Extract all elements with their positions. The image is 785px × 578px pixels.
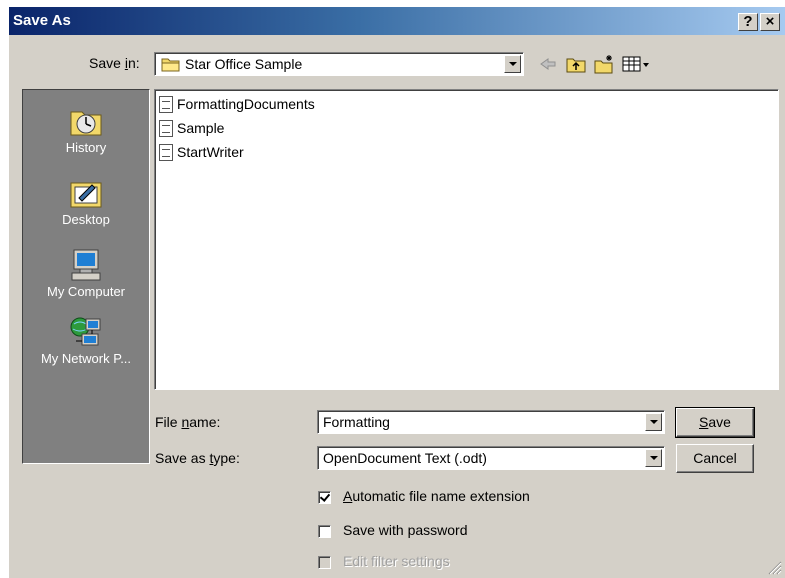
edit-filter-settings-checkbox — [318, 556, 331, 569]
save-type-combo[interactable]: OpenDocument Text (.odt) — [317, 446, 665, 470]
cancel-button[interactable]: Cancel — [676, 444, 754, 473]
place-desktop-label: Desktop — [62, 212, 110, 227]
place-network[interactable]: My Network P... — [23, 315, 149, 366]
desktop-icon — [70, 182, 102, 208]
place-history-label: History — [65, 140, 107, 155]
save-with-password-checkbox[interactable] — [318, 525, 331, 538]
place-network-label: My Network P... — [40, 351, 132, 366]
save-in-dropdown-button[interactable] — [504, 55, 521, 73]
file-name-combo[interactable]: Formatting — [317, 410, 665, 434]
folder-icon — [161, 58, 180, 72]
up-folder-icon[interactable] — [565, 53, 587, 75]
resize-grip-icon[interactable] — [766, 559, 782, 575]
new-folder-icon[interactable] — [593, 53, 615, 75]
place-history[interactable]: History — [23, 104, 149, 155]
save-type-value: OpenDocument Text (.odt) — [323, 450, 487, 466]
close-button[interactable]: × — [760, 13, 780, 31]
save-button[interactable]: Save — [675, 407, 755, 438]
file-name: FormattingDocuments — [177, 96, 315, 112]
document-icon — [159, 96, 173, 113]
places-bar: History Desktop My Computer My Network P… — [22, 89, 150, 464]
place-my-computer[interactable]: My Computer — [23, 248, 149, 299]
file-name-input[interactable]: Formatting — [323, 414, 390, 430]
file-name-label: File name: — [155, 414, 221, 430]
edit-filter-settings-label: Edit filter settings — [343, 553, 450, 569]
save-in-value: Star Office Sample — [185, 56, 303, 72]
file-name: Sample — [177, 120, 225, 136]
file-name-dropdown-button[interactable] — [645, 413, 662, 431]
save-type-label: Save as type: — [155, 450, 240, 466]
help-button[interactable]: ? — [738, 13, 758, 31]
network-places-icon — [70, 317, 101, 346]
document-icon — [159, 120, 173, 137]
place-desktop[interactable]: Desktop — [23, 176, 149, 227]
title-bar[interactable]: Save As ? × — [9, 7, 785, 35]
save-in-label: Save in: — [89, 55, 140, 71]
view-menu-icon[interactable] — [621, 53, 651, 75]
save-in-combo[interactable]: Star Office Sample — [154, 52, 524, 76]
save-type-dropdown-button[interactable] — [645, 449, 662, 467]
history-icon — [70, 111, 102, 136]
document-icon — [159, 144, 173, 161]
dialog-title: Save As — [13, 12, 71, 29]
save-with-password-label[interactable]: Save with password — [343, 522, 468, 538]
back-arrow-icon[interactable] — [537, 53, 559, 75]
place-my-computer-label: My Computer — [46, 284, 126, 299]
auto-extension-label[interactable]: Automatic file name extension — [343, 488, 530, 504]
file-list[interactable]: FormattingDocuments Sample StartWriter — [154, 89, 779, 390]
save-as-dialog: Save As ? × Save in: Star Office Sample — [8, 6, 785, 578]
file-name: StartWriter — [177, 144, 244, 160]
my-computer-icon — [71, 249, 101, 281]
auto-extension-checkbox[interactable] — [318, 491, 331, 504]
